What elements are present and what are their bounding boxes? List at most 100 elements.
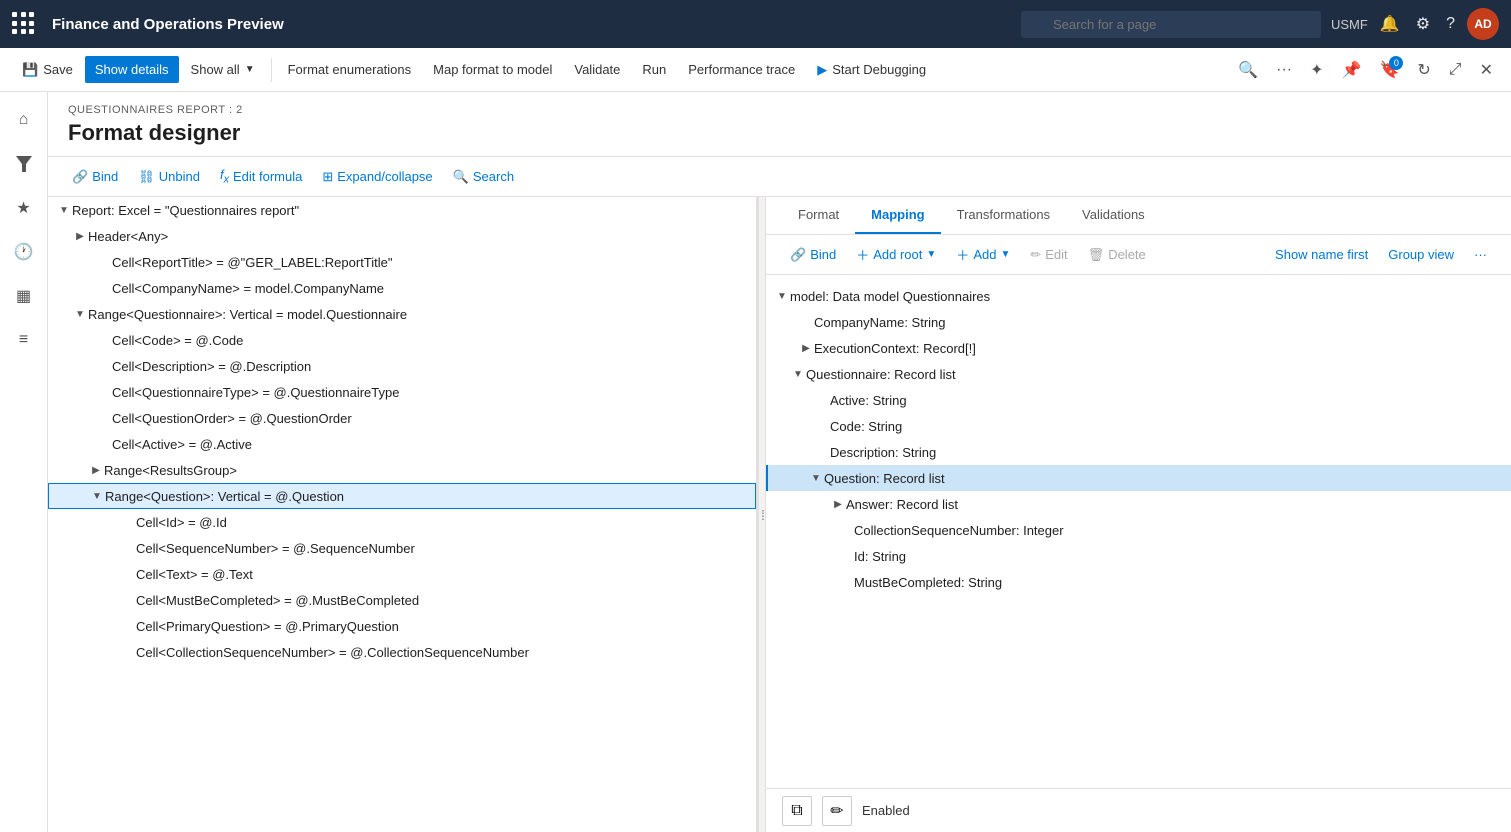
sidebar-table-icon[interactable]: ▦ bbox=[4, 276, 44, 316]
show-details-button[interactable]: Show details bbox=[85, 56, 179, 83]
mapping-add-button[interactable]: ＋ Add ▼ bbox=[948, 240, 1018, 269]
tree-item-range-resultsgroup[interactable]: Range<ResultsGroup> bbox=[48, 457, 756, 483]
toolbar-pin-icon[interactable]: 📌 bbox=[1336, 54, 1368, 86]
tree-item-range-question[interactable]: Range<Question>: Vertical = @.Question bbox=[48, 483, 756, 509]
expand-icon-answer[interactable] bbox=[830, 496, 846, 512]
tree-item-cell-code[interactable]: Cell<Code> = @.Code bbox=[48, 327, 756, 353]
user-avatar[interactable]: AD bbox=[1467, 8, 1499, 40]
edit-formula-button[interactable]: fx Edit formula bbox=[212, 162, 310, 191]
expand-icon-report[interactable] bbox=[56, 202, 72, 218]
toolbar-search-icon[interactable]: 🔍 bbox=[1232, 54, 1264, 86]
split-divider[interactable]: ⁞ bbox=[758, 197, 766, 832]
mapping-edit-formula-button[interactable]: ✏ bbox=[822, 796, 852, 826]
map-format-to-model-button[interactable]: Map format to model bbox=[423, 56, 562, 83]
mapping-group-view-button[interactable]: Group view bbox=[1380, 242, 1462, 267]
tree-label-range-question: Range<Question>: Vertical = @.Question bbox=[105, 489, 755, 504]
sidebar-clock-icon[interactable]: 🕐 bbox=[4, 232, 44, 272]
tree-item-cell-id[interactable]: Cell<Id> = @.Id bbox=[48, 509, 756, 535]
tree-item-cell-sequencenumber[interactable]: Cell<SequenceNumber> = @.SequenceNumber bbox=[48, 535, 756, 561]
page-search-input[interactable] bbox=[1021, 11, 1321, 38]
validate-button[interactable]: Validate bbox=[564, 56, 630, 83]
tree-item-report[interactable]: Report: Excel = "Questionnaires report" bbox=[48, 197, 756, 223]
mapping-item-question[interactable]: Question: Record list bbox=[766, 465, 1511, 491]
mapping-link-icon: 🔗 bbox=[790, 247, 806, 263]
mapping-edit-button[interactable]: ✏ Edit bbox=[1022, 242, 1075, 268]
sidebar-list-icon[interactable]: ≡ bbox=[4, 320, 44, 360]
designer-toolbar: 🔗 Bind ⛓ Unbind fx Edit formula ⊞ Expand… bbox=[48, 157, 1511, 197]
mapping-item-companyname[interactable]: CompanyName: String bbox=[766, 309, 1511, 335]
mapping-copy-button[interactable]: ⧉ bbox=[782, 796, 812, 826]
mapping-item-description[interactable]: Description: String bbox=[766, 439, 1511, 465]
unlink-icon: ⛓ bbox=[138, 169, 155, 185]
expand-icon-model[interactable] bbox=[774, 288, 790, 304]
expand-icon-range-question[interactable] bbox=[89, 488, 105, 504]
help-icon[interactable]: ? bbox=[1442, 11, 1459, 37]
tree-label-range-questionnaire: Range<Questionnaire>: Vertical = model.Q… bbox=[88, 307, 756, 322]
expand-icon-range-questionnaire[interactable] bbox=[72, 306, 88, 322]
mapping-label-questionnaire: Questionnaire: Record list bbox=[806, 367, 1511, 382]
expand-icon-questionnaire[interactable] bbox=[790, 366, 806, 382]
bind-button[interactable]: 🔗 Bind bbox=[64, 164, 126, 190]
unbind-button[interactable]: ⛓ Unbind bbox=[130, 164, 208, 190]
tab-validations[interactable]: Validations bbox=[1066, 197, 1161, 234]
app-grid-menu[interactable] bbox=[12, 12, 36, 36]
mapping-item-active[interactable]: Active: String bbox=[766, 387, 1511, 413]
settings-icon[interactable]: ⚙ bbox=[1412, 10, 1434, 38]
mapping-delete-button[interactable]: 🗑 Delete bbox=[1080, 242, 1154, 268]
mapping-item-idstring[interactable]: Id: String bbox=[766, 543, 1511, 569]
performance-trace-button[interactable]: Performance trace bbox=[678, 56, 805, 83]
show-all-button[interactable]: Show all ▼ bbox=[181, 56, 265, 83]
tree-item-cell-text[interactable]: Cell<Text> = @.Text bbox=[48, 561, 756, 587]
expand-icon-executioncontext[interactable] bbox=[798, 340, 814, 356]
run-button[interactable]: Run bbox=[632, 56, 676, 83]
tree-item-header[interactable]: Header<Any> bbox=[48, 223, 756, 249]
mapping-show-name-button[interactable]: Show name first bbox=[1267, 242, 1376, 267]
toolbar-refresh-icon[interactable]: ↻ bbox=[1411, 54, 1436, 86]
toolbar-separator-1 bbox=[271, 58, 272, 82]
mapping-item-mustbecompleted[interactable]: MustBeCompleted: String bbox=[766, 569, 1511, 595]
tree-item-cell-description[interactable]: Cell<Description> = @.Description bbox=[48, 353, 756, 379]
tree-label-cell-questionorder: Cell<QuestionOrder> = @.QuestionOrder bbox=[112, 411, 756, 426]
tab-format[interactable]: Format bbox=[782, 197, 855, 234]
tree-label-cell-primaryquestion: Cell<PrimaryQuestion> = @.PrimaryQuestio… bbox=[136, 619, 756, 634]
mapping-item-answer[interactable]: Answer: Record list bbox=[766, 491, 1511, 517]
copy-icon: ⧉ bbox=[791, 802, 802, 820]
breadcrumb: QUESTIONNAIRES REPORT : 2 bbox=[68, 104, 1491, 116]
toolbar-connector-icon[interactable]: ✦ bbox=[1304, 54, 1329, 86]
expand-icon-header[interactable] bbox=[72, 228, 88, 244]
mapping-more-button[interactable]: ··· bbox=[1466, 242, 1495, 267]
sidebar-star-icon[interactable]: ★ bbox=[4, 188, 44, 228]
mapping-add-root-button[interactable]: ＋ Add root ▼ bbox=[848, 240, 944, 269]
save-button[interactable]: 💾 Save bbox=[12, 56, 83, 84]
tree-item-cell-collectionseq[interactable]: Cell<CollectionSequenceNumber> = @.Colle… bbox=[48, 639, 756, 665]
mapping-item-questionnaire[interactable]: Questionnaire: Record list bbox=[766, 361, 1511, 387]
mapping-item-model[interactable]: model: Data model Questionnaires bbox=[766, 283, 1511, 309]
expand-collapse-button[interactable]: ⊞ Expand/collapse bbox=[314, 164, 440, 190]
tree-item-cell-questionorder[interactable]: Cell<QuestionOrder> = @.QuestionOrder bbox=[48, 405, 756, 431]
expand-icon-range-resultsgroup[interactable] bbox=[88, 462, 104, 478]
sidebar-filter-icon[interactable] bbox=[4, 144, 44, 184]
tree-item-cell-primaryquestion[interactable]: Cell<PrimaryQuestion> = @.PrimaryQuestio… bbox=[48, 613, 756, 639]
toolbar-more-icon[interactable]: ··· bbox=[1270, 55, 1298, 85]
search-button[interactable]: 🔍 Search bbox=[445, 164, 522, 190]
tree-item-cell-active[interactable]: Cell<Active> = @.Active bbox=[48, 431, 756, 457]
mapping-add-chevron: ▼ bbox=[1000, 249, 1010, 260]
sidebar-home-icon[interactable]: ⌂ bbox=[4, 100, 44, 140]
bell-icon[interactable]: 🔔 bbox=[1376, 10, 1404, 38]
tree-item-cell-mustbecompleted[interactable]: Cell<MustBeCompleted> = @.MustBeComplete… bbox=[48, 587, 756, 613]
tab-transformations[interactable]: Transformations bbox=[941, 197, 1066, 234]
tree-item-cell-questionnairetype[interactable]: Cell<QuestionnaireType> = @.Questionnair… bbox=[48, 379, 756, 405]
tree-item-cell-reporttitle[interactable]: Cell<ReportTitle> = @"GER_LABEL:ReportTi… bbox=[48, 249, 756, 275]
tree-item-range-questionnaire[interactable]: Range<Questionnaire>: Vertical = model.Q… bbox=[48, 301, 756, 327]
mapping-item-code[interactable]: Code: String bbox=[766, 413, 1511, 439]
mapping-bind-button[interactable]: 🔗 Bind bbox=[782, 242, 844, 268]
toolbar-close-icon[interactable]: ✕ bbox=[1474, 54, 1499, 86]
tab-mapping[interactable]: Mapping bbox=[855, 197, 940, 234]
mapping-item-executioncontext[interactable]: ExecutionContext: Record[!] bbox=[766, 335, 1511, 361]
mapping-item-collectionseq[interactable]: CollectionSequenceNumber: Integer bbox=[766, 517, 1511, 543]
toolbar-maximize-icon[interactable]: ⤢ bbox=[1443, 55, 1468, 85]
expand-icon-question[interactable] bbox=[808, 470, 824, 486]
start-debugging-button[interactable]: ▶ Start Debugging bbox=[807, 56, 936, 84]
tree-item-cell-companyname[interactable]: Cell<CompanyName> = model.CompanyName bbox=[48, 275, 756, 301]
format-enumerations-button[interactable]: Format enumerations bbox=[278, 56, 422, 83]
